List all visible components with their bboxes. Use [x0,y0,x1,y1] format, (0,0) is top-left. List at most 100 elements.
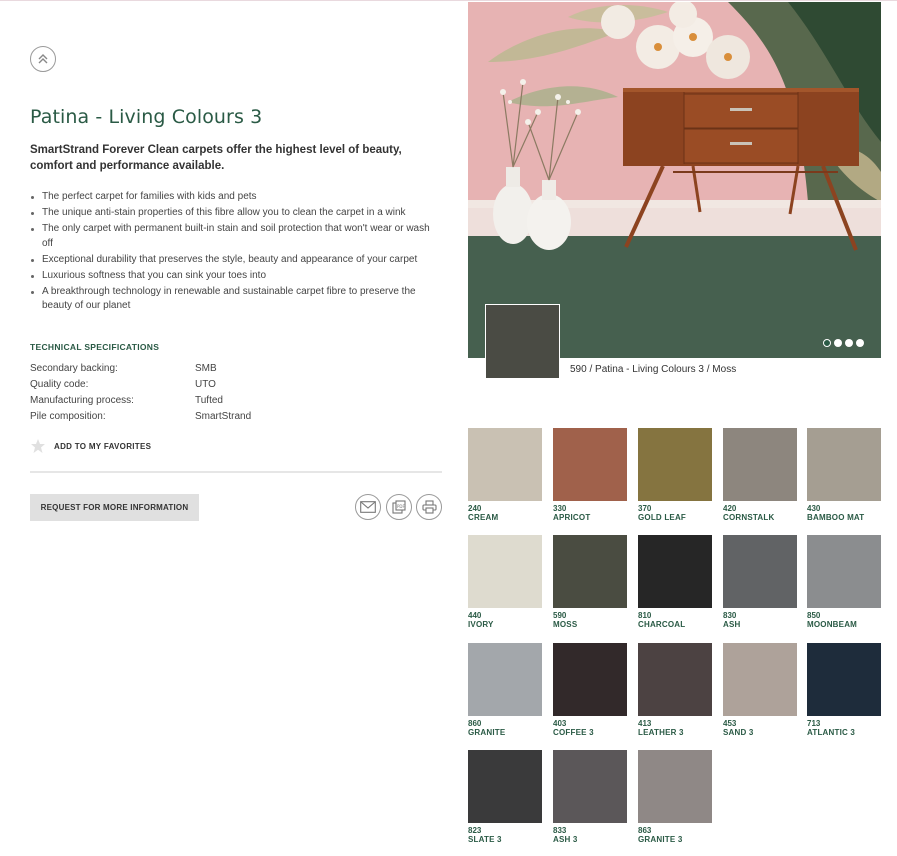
swatch-chip[interactable] [468,750,542,823]
carousel-dot[interactable] [856,339,864,347]
swatch-code: 860 [468,719,482,728]
swatch-item[interactable]: 430 BAMBOO MAT [807,428,881,523]
swatch-item[interactable]: 420 CORNSTALK [723,428,797,523]
spec-label: Secondary backing: [30,363,118,374]
swatch-name: ATLANTIC 3 [807,728,856,737]
swatch-item[interactable]: 810 CHARCOAL [638,535,712,630]
spec-label: Pile composition: [30,411,106,422]
swatch-chip[interactable] [723,643,797,716]
swatch-chip[interactable] [723,428,797,501]
swatch-name: GOLD LEAF [638,513,687,522]
star-icon [31,439,45,453]
swatch-chip[interactable] [468,643,542,716]
scroll-up-button[interactable] [30,46,56,72]
swatch-chip[interactable] [638,643,712,716]
swatch-item[interactable]: 863 GRANITE 3 [638,750,712,845]
swatch-chip[interactable] [807,643,881,716]
swatch-chip[interactable] [468,428,542,501]
print-button[interactable] [416,494,442,520]
list-item: Exceptional durability that preserves th… [30,253,442,268]
swatch-name: BAMBOO MAT [807,513,865,522]
spec-label: Manufacturing process: [30,395,134,406]
swatch-item[interactable]: 713 ATLANTIC 3 [807,643,881,738]
swatch-code: 863 [638,826,652,835]
product-intro: SmartStrand Forever Clean carpets offer … [30,144,402,172]
spec-row: Secondary backing: SMB [30,361,330,377]
email-button[interactable] [355,494,381,520]
swatch-item[interactable]: 833 ASH 3 [553,750,627,845]
swatch-code: 330 [553,504,567,513]
swatch-name: GRANITE [468,728,506,737]
spec-label: Quality code: [30,379,89,390]
swatch-code: 440 [468,611,482,620]
swatch-chip[interactable] [807,535,881,608]
swatch-name: MOSS [553,620,578,629]
swatch-name: APRICOT [553,513,591,522]
swatch-item[interactable]: 860 GRANITE [468,643,542,738]
list-item: A breakthrough technology in renewable a… [30,285,442,314]
spec-row: Pile composition: SmartStrand [30,409,330,425]
swatch-item[interactable]: 413 LEATHER 3 [638,643,712,738]
swatch-item[interactable]: 403 COFFEE 3 [553,643,627,738]
selected-swatch-caption: 590 / Patina - Living Colours 3 / Moss [570,364,737,375]
swatch-item[interactable]: 240 CREAM [468,428,542,523]
swatch-chip[interactable] [638,535,712,608]
spec-value: SMB [195,363,217,374]
top-border [0,0,897,1]
swatch-chip[interactable] [553,750,627,823]
swatch-item[interactable]: 830 ASH [723,535,797,630]
swatch-item[interactable]: 823 SLATE 3 [468,750,542,845]
swatch-code: 240 [468,504,482,513]
svg-text:PDF: PDF [397,504,405,509]
specs-heading: TECHNICAL SPECIFICATIONS [30,342,160,352]
swatch-code: 833 [553,826,567,835]
swatch-chip[interactable] [553,428,627,501]
pdf-button[interactable]: PDF [386,494,412,520]
list-item: The only carpet with permanent built-in … [30,222,442,251]
swatch-item[interactable]: 850 MOONBEAM [807,535,881,630]
chevron-up-double-icon [38,54,48,64]
page-title: Patina - Living Colours 3 [30,106,263,128]
swatch-chip[interactable] [553,535,627,608]
add-to-favorites-button[interactable]: ADD TO MY FAVORITES [30,438,151,454]
swatch-chip[interactable] [553,643,627,716]
swatch-code: 420 [723,504,737,513]
swatch-name: CHARCOAL [638,620,686,629]
spec-value: SmartStrand [195,411,252,422]
swatch-name: CORNSTALK [723,513,775,522]
specs-table: Secondary backing: SMB Quality code: UTO… [30,361,330,425]
pdf-icon: PDF [392,500,406,514]
spec-row: Quality code: UTO [30,377,330,393]
carousel-dots [823,339,864,347]
request-info-button[interactable]: REQUEST FOR MORE INFORMATION [30,494,199,521]
swatch-name: IVORY [468,620,494,629]
swatch-chip[interactable] [723,535,797,608]
list-item: Luxurious softness that you can sink you… [30,269,442,284]
swatch-chip[interactable] [638,750,712,823]
email-icon [360,501,376,513]
swatch-chip[interactable] [468,535,542,608]
swatch-name: GRANITE 3 [638,835,683,844]
spec-value: Tufted [195,395,223,406]
favorites-label: ADD TO MY FAVORITES [54,441,152,451]
swatch-item[interactable]: 370 GOLD LEAF [638,428,712,523]
swatch-name: COFFEE 3 [553,728,594,737]
swatch-name: LEATHER 3 [638,728,684,737]
swatch-chip[interactable] [807,428,881,501]
swatch-item[interactable]: 453 SAND 3 [723,643,797,738]
carousel-dot[interactable] [823,339,831,347]
swatch-item[interactable]: 590 MOSS [553,535,627,630]
swatch-item[interactable]: 440 IVORY [468,535,542,630]
swatch-chip[interactable] [638,428,712,501]
swatch-name: CREAM [468,513,499,522]
swatch-code: 823 [468,826,482,835]
swatch-item[interactable]: 330 APRICOT [553,428,627,523]
swatch-code: 830 [723,611,737,620]
swatch-name: ASH [723,620,741,629]
selected-swatch-thumbnail[interactable] [485,304,560,379]
swatch-name: MOONBEAM [807,620,858,629]
swatch-code: 430 [807,504,821,513]
carousel-dot[interactable] [845,339,853,347]
carousel-dot[interactable] [834,339,842,347]
swatch-name: SAND 3 [723,728,754,737]
